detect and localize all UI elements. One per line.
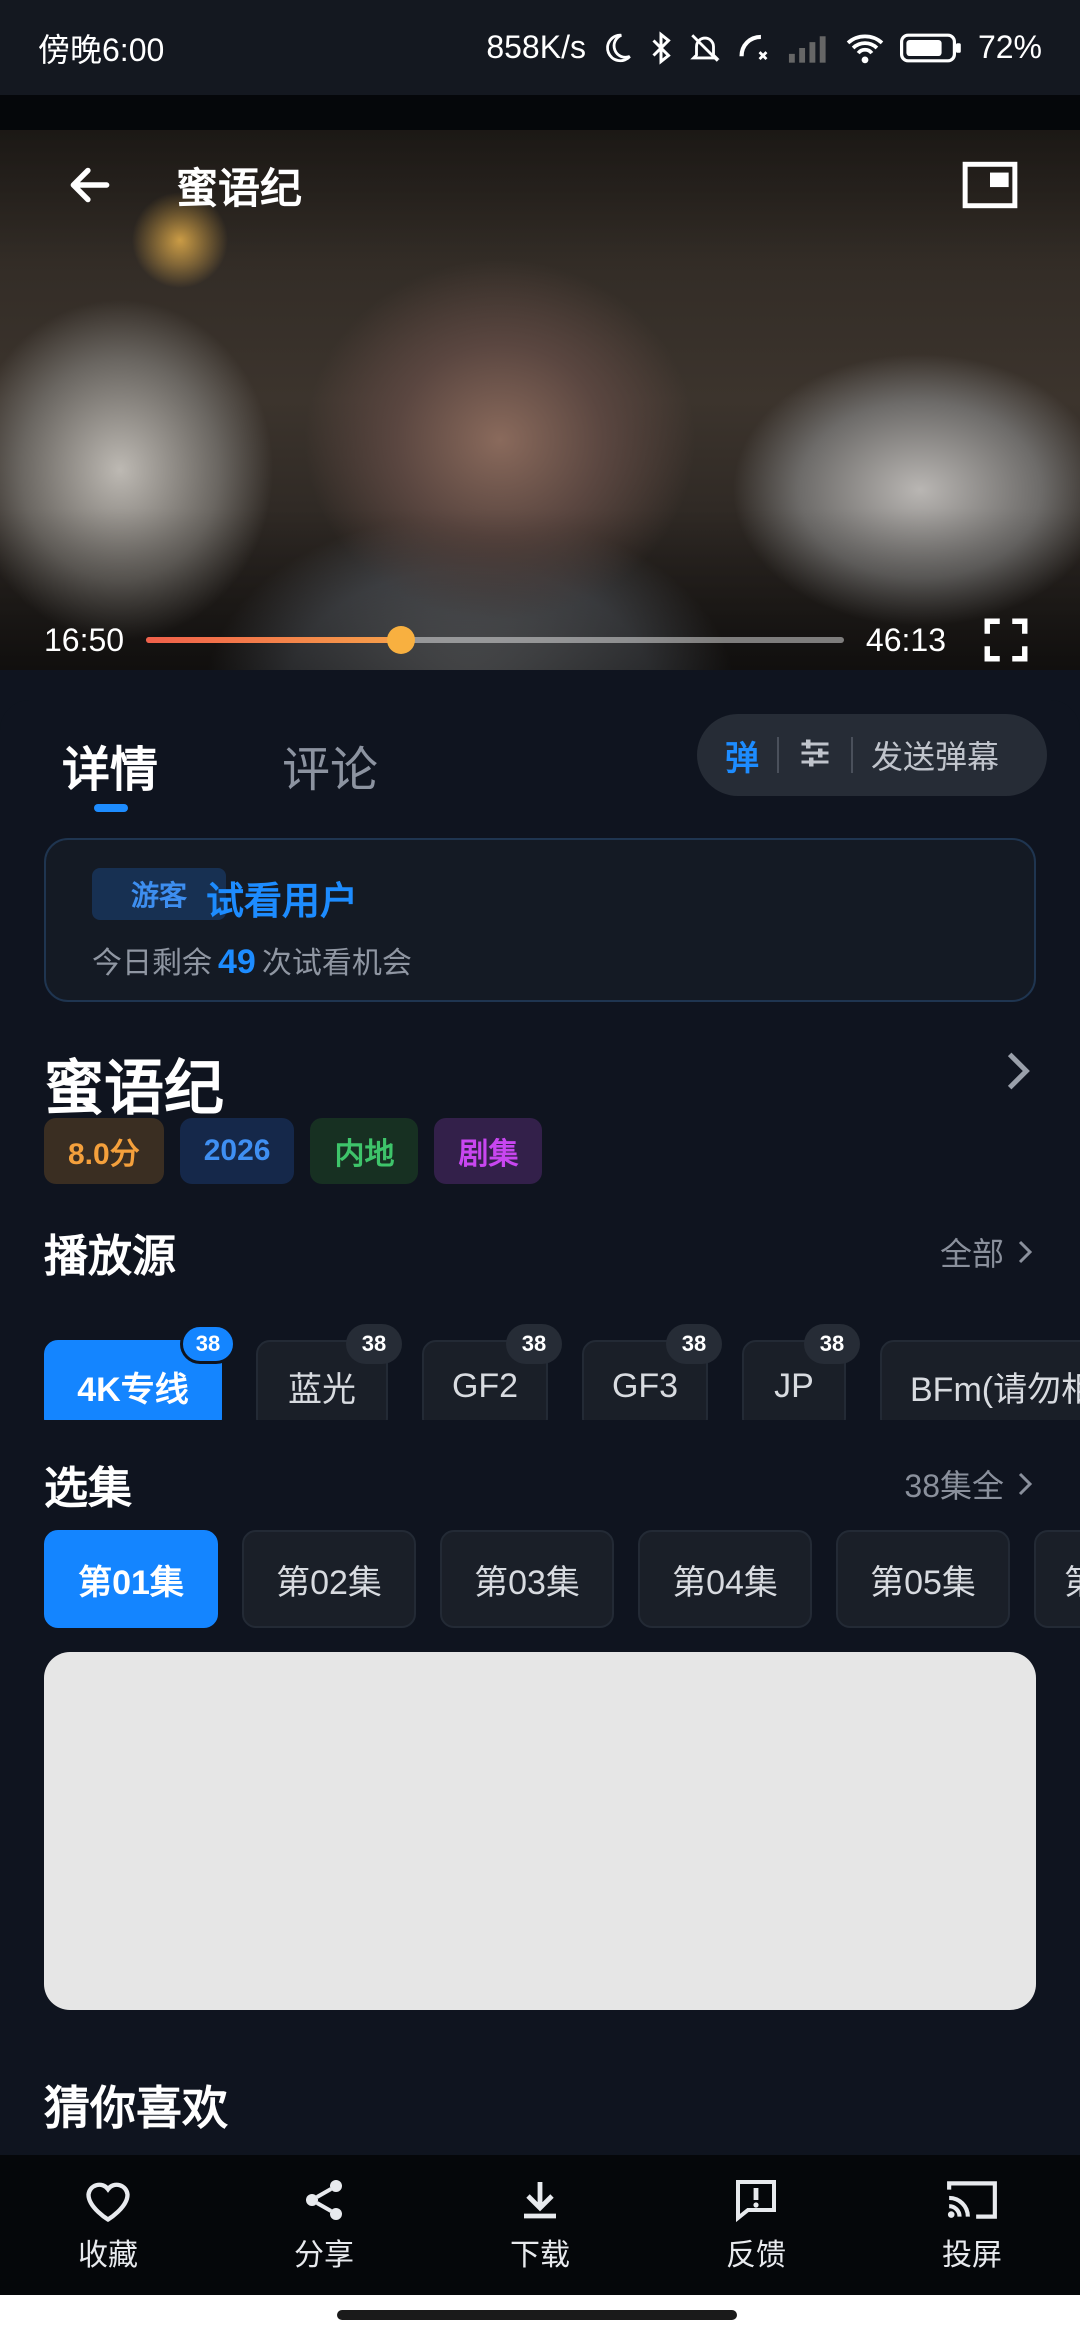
battery-icon [899,32,964,64]
recommend-title: 猜你喜欢 [44,2082,228,2134]
status-time: 傍晚6:00 [38,31,165,68]
progress-bar[interactable] [146,626,844,654]
video-player[interactable]: 蜜语纪 16:50 46:13 [0,130,1080,670]
sources-more-button[interactable]: 全部 [940,1229,1036,1275]
status-bar: 傍晚6:00 858K/s 72% [0,0,1080,95]
source-count-badge: 38 [346,1324,402,1364]
guest-quota: 今日剩余 49 次试看机会 [92,943,412,981]
cast-icon [947,2181,997,2219]
tab-indicator [94,804,128,812]
video-title: 蜜语纪 [176,164,303,212]
guest-card: 游客 试看用户 今日剩余 49 次试看机会 [44,838,1036,1002]
episode-item[interactable]: 第05集 [836,1530,1010,1628]
ad-placeholder[interactable] [44,1652,1036,2010]
source-count-badge: 38 [180,1324,236,1364]
show-tags: 8.0分 2026 内地 剧集 [44,1118,543,1184]
mute-bell-icon [688,31,722,65]
episode-item[interactable]: 第03集 [440,1530,614,1628]
tab-details[interactable]: 详情 [62,730,158,800]
episodes-title: 选集 [44,1464,132,1513]
chevron-right-icon[interactable] [998,1046,1038,1096]
share-button[interactable]: 分享 [216,2155,432,2295]
tag-region: 内地 [310,1118,419,1184]
source-item[interactable]: 4K专线 38 [44,1324,236,1420]
episode-item[interactable]: 第02集 [242,1530,416,1628]
guest-title: 试看用户 [206,881,359,923]
total-time: 46:13 [865,621,946,658]
episode-item[interactable]: 第04集 [638,1530,812,1628]
send-danmaku-button[interactable]: 发送弹幕 [871,732,999,778]
source-item[interactable]: JP 38 [742,1324,860,1420]
back-button[interactable] [60,155,120,215]
source-item[interactable]: GF2 38 [422,1324,562,1420]
tag-score: 8.0分 [44,1118,164,1184]
sources-title: 播放源 [44,1232,176,1281]
feedback-button[interactable]: 反馈 [648,2155,864,2295]
source-item[interactable]: GF3 38 [582,1324,722,1420]
picture-in-picture-icon [962,161,1018,209]
episodes-more-button[interactable]: 38集全 [904,1461,1036,1507]
video-controls: 16:50 46:13 [0,600,1080,670]
heart-icon [86,2182,130,2223]
network-speed: 858K/s [486,29,586,65]
call-forward-icon [736,31,772,65]
episodes-header: 选集 38集全 [44,1452,1036,1516]
progress-knob[interactable] [386,626,415,654]
source-item[interactable]: BFm(请勿相 [880,1340,1080,1420]
favorite-button[interactable]: 收藏 [0,2155,216,2295]
episode-list: 第01集 第02集 第03集 第04集 第05集 第06集 [44,1530,1080,1630]
episode-item[interactable]: 第06集 [1034,1530,1080,1628]
pip-button[interactable] [960,155,1020,215]
battery-level: 72% [977,29,1042,65]
danmaku-settings-icon[interactable] [797,735,833,776]
download-icon [524,2182,556,2219]
chevron-right-icon [1018,1472,1033,1496]
video-top-bar: 蜜语纪 [0,130,1080,240]
chevron-right-icon [1018,1240,1033,1264]
content-sheet: 详情 评论 弹 发送弹幕 游客 试看用户 今日剩余 49 次试看机会 蜜语纪 8.0… [0,700,1080,2155]
cast-button[interactable]: 投屏 [864,2155,1080,2295]
home-indicator[interactable] [337,2310,737,2320]
progress-fill [146,637,401,643]
tag-year: 2026 [179,1118,295,1184]
signal-icon [786,33,830,63]
moon-icon [600,31,634,65]
tab-comments[interactable]: 评论 [282,730,378,800]
source-count-badge: 38 [666,1324,722,1364]
danmaku-toggle[interactable]: 弹 [725,731,759,780]
sources-header: 播放源 全部 [44,1220,1036,1284]
source-count-badge: 38 [506,1324,562,1364]
wifi-icon [844,31,886,65]
source-list: 4K专线 38 蓝光 38 GF2 38 GF3 38 JP 38 BFm(请勿… [44,1320,1080,1420]
source-item[interactable]: 蓝光 38 [256,1324,402,1420]
tag-type: 剧集 [434,1118,543,1184]
bottom-action-bar: 收藏 分享 下载 反馈 投屏 [0,2155,1080,2295]
bluetooth-icon [648,30,674,66]
tab-bar: 详情 评论 弹 发送弹幕 [0,700,1080,830]
current-time: 16:50 [44,621,125,658]
source-count-badge: 38 [804,1324,860,1364]
danmaku-bar: 弹 发送弹幕 [697,714,1047,796]
feedback-icon [736,2180,776,2223]
arrow-left-icon [70,167,110,203]
fullscreen-icon [984,618,1028,662]
status-gap [0,95,1080,130]
download-button[interactable]: 下载 [432,2155,648,2295]
show-title[interactable]: 蜜语纪 [44,1040,224,1127]
quota-count: 49 [218,943,256,981]
share-icon [306,2180,342,2220]
episode-item[interactable]: 第01集 [44,1530,218,1628]
fullscreen-button[interactable] [976,610,1036,670]
